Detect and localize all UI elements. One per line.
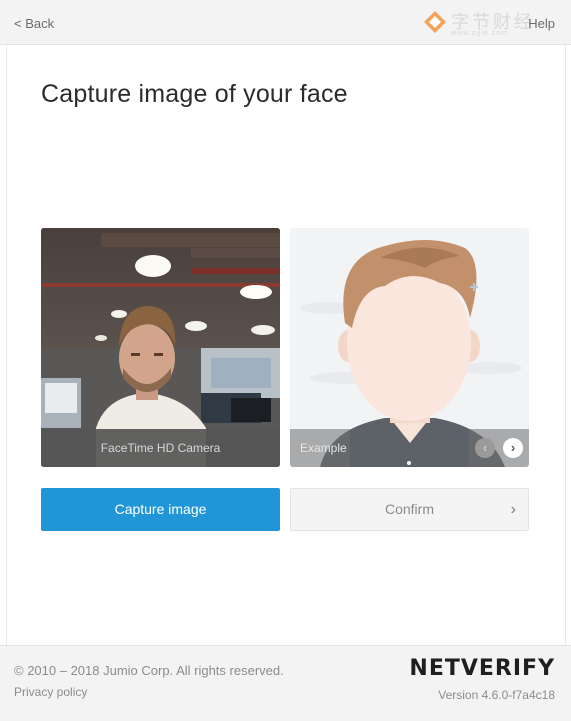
example-preview: Example ‹ › (290, 228, 529, 467)
chevron-right-icon[interactable]: › (503, 438, 523, 458)
page-title: Capture image of your face (41, 80, 348, 108)
back-link[interactable]: < Back (14, 16, 54, 31)
copyright-text: © 2010 – 2018 Jumio Corp. All rights res… (14, 663, 284, 678)
camera-preview: FaceTime HD Camera (41, 228, 280, 467)
footer: © 2010 – 2018 Jumio Corp. All rights res… (0, 645, 571, 721)
camera-caption: FaceTime HD Camera (41, 429, 280, 467)
privacy-policy-link[interactable]: Privacy policy (14, 685, 87, 699)
carousel-dot (407, 461, 411, 465)
chevron-left-icon[interactable]: ‹ (475, 438, 495, 458)
netverify-logo: NETVERIFY (409, 656, 555, 681)
example-label: Example (290, 429, 350, 467)
capture-image-button[interactable]: Capture image (41, 488, 280, 531)
confirm-button[interactable]: Confirm › (290, 488, 529, 531)
top-bar: < Back 字节财经 www.zijie.com Help (0, 0, 571, 45)
watermark-logo-icon (424, 11, 446, 33)
confirm-label: Confirm (384, 501, 434, 517)
chevron-right-icon: › (510, 501, 516, 518)
help-link[interactable]: Help (528, 16, 555, 31)
version-text: Version 4.6.0-f7a4c18 (438, 688, 555, 702)
example-nav: ‹ › (469, 429, 529, 467)
watermark-url: www.zijie.com (451, 30, 508, 37)
